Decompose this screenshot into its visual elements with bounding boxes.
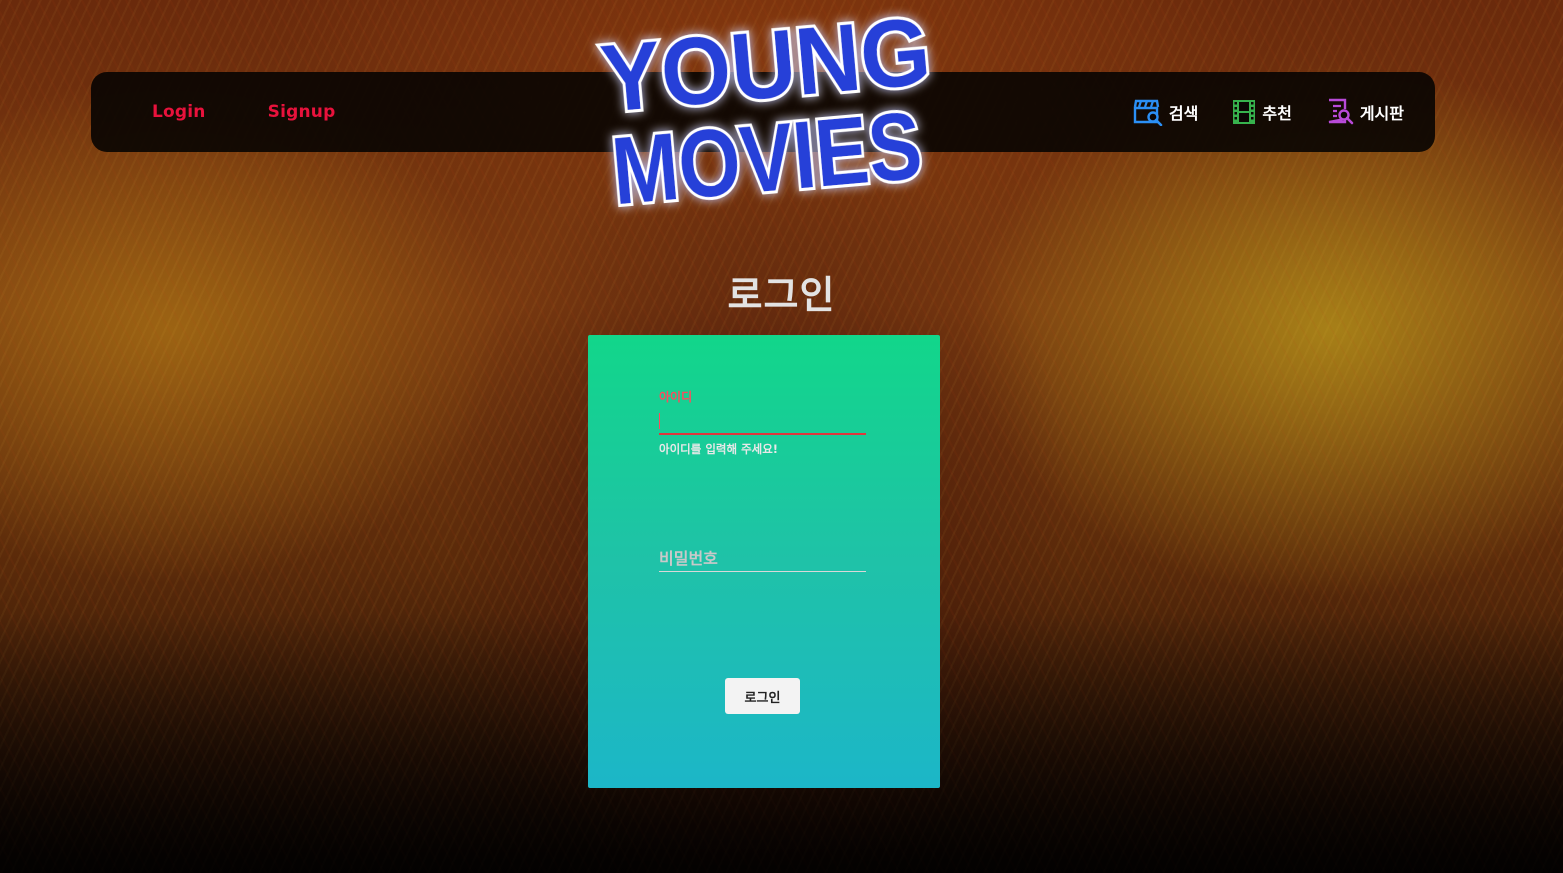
login-link[interactable]: Login <box>152 102 206 122</box>
nav-item-recommend[interactable]: 추천 <box>1232 99 1292 125</box>
login-form: 아이디 아이디를 입력해 주세요! 비밀번호 로그인 <box>588 335 940 788</box>
password-field-group: 비밀번호 <box>659 541 866 572</box>
nav-left-links: Login Signup <box>152 72 335 152</box>
nav-item-search[interactable]: 검색 <box>1133 98 1198 126</box>
nav-item-board[interactable]: 게시판 <box>1326 98 1404 126</box>
password-placeholder: 비밀번호 <box>659 549 718 568</box>
page-title: 로그인 <box>727 273 836 317</box>
young-movies-logo[interactable]: YOUNG MOVIES <box>585 0 945 228</box>
id-error-message: 아이디를 입력해 주세요! <box>659 442 779 456</box>
login-submit-button[interactable]: 로그인 <box>725 678 800 714</box>
signup-link[interactable]: Signup <box>268 102 336 122</box>
nav-item-recommend-label: 추천 <box>1262 104 1292 123</box>
nav-right-menu: 검색 추천 게시판 <box>1133 72 1404 152</box>
password-input[interactable]: 비밀번호 <box>659 541 866 572</box>
id-field-label: 아이디 <box>659 390 693 404</box>
nav-item-board-label: 게시판 <box>1359 104 1404 123</box>
document-search-icon <box>1326 98 1354 126</box>
id-input[interactable] <box>659 411 866 435</box>
clapper-search-icon <box>1133 98 1163 126</box>
text-caret <box>659 413 660 429</box>
nav-item-search-label: 검색 <box>1168 104 1199 123</box>
film-strip-icon <box>1232 99 1256 125</box>
id-field-group: 아이디 아이디를 입력해 주세요! <box>659 388 866 457</box>
